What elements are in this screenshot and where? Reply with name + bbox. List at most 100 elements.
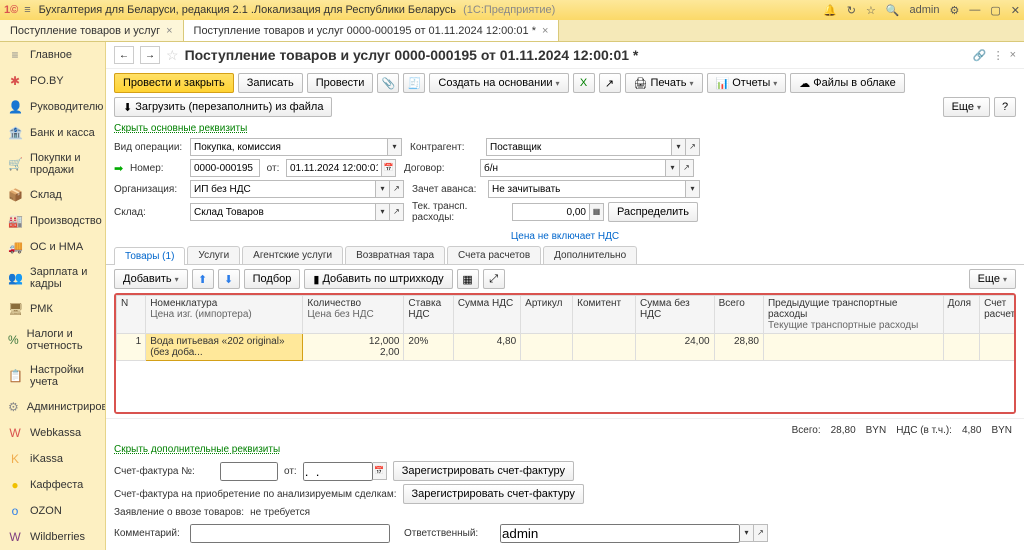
- expand-icon[interactable]: ⤢: [483, 269, 505, 289]
- counterparty-field[interactable]: [486, 138, 672, 156]
- minimize-icon[interactable]: —: [969, 4, 980, 16]
- post-button[interactable]: Провести: [307, 73, 374, 93]
- sf-date-field[interactable]: [303, 462, 373, 481]
- tab-accounts[interactable]: Счета расчетов: [447, 246, 541, 264]
- bell-icon[interactable]: 🔔: [823, 4, 837, 17]
- add-row-button[interactable]: Добавить: [114, 269, 188, 289]
- sidebar-item[interactable]: 🏭Производство: [0, 208, 105, 234]
- open-icon[interactable]: ↗: [754, 524, 768, 542]
- link-icon[interactable]: 🔗: [973, 49, 987, 62]
- dropdown-icon[interactable]: ▾: [686, 180, 700, 198]
- dropdown-icon[interactable]: ▾: [740, 524, 754, 542]
- sidebar-item[interactable]: ✱PO.BY: [0, 68, 105, 94]
- sidebar-item[interactable]: 👥Зарплата и кадры: [0, 260, 105, 296]
- pick-button[interactable]: Подбор: [244, 269, 301, 289]
- dropdown-icon[interactable]: ▾: [672, 138, 686, 156]
- attach-icon[interactable]: 📎: [377, 73, 399, 93]
- sidebar-item[interactable]: ≡Главное: [0, 42, 105, 68]
- tab-services[interactable]: Услуги: [187, 246, 240, 264]
- hide-extra-link[interactable]: Скрыть дополнительные реквизиты: [106, 442, 1024, 457]
- sidebar-item[interactable]: ⚙Администрирование: [0, 394, 105, 420]
- dropdown-icon[interactable]: ▾: [376, 203, 390, 221]
- open-icon[interactable]: ↗: [686, 138, 700, 156]
- tab-goods[interactable]: Товары (1): [114, 247, 185, 265]
- history-icon[interactable]: ↻: [847, 4, 856, 17]
- close-icon[interactable]: ✕: [1011, 4, 1020, 17]
- sidebar-item[interactable]: 📋Настройки учета: [0, 358, 105, 394]
- calc-icon[interactable]: ▦: [590, 203, 604, 221]
- date-field[interactable]: [286, 159, 382, 177]
- maximize-icon[interactable]: ▢: [990, 4, 1000, 17]
- settings-icon[interactable]: ⚙: [950, 4, 960, 17]
- star-icon[interactable]: ☆: [866, 4, 876, 17]
- sidebar-item[interactable]: WWebkassa: [0, 420, 105, 446]
- distribute-button[interactable]: Распределить: [608, 202, 698, 222]
- load-from-file-button[interactable]: ⬇ Загрузить (перезаполнить) из файла: [114, 97, 332, 117]
- table-more-button[interactable]: Еще: [969, 269, 1016, 289]
- burger-icon[interactable]: ≡: [24, 4, 30, 16]
- number-field[interactable]: [190, 159, 260, 177]
- back-button[interactable]: ←: [114, 46, 134, 64]
- create-based-button[interactable]: Создать на основании: [429, 73, 568, 93]
- warehouse-field[interactable]: [190, 203, 376, 221]
- search-icon[interactable]: 🔍: [886, 4, 900, 17]
- sidebar-item[interactable]: 📦Склад: [0, 182, 105, 208]
- save-button[interactable]: Записать: [238, 73, 303, 93]
- dropdown-icon[interactable]: ▾: [376, 180, 390, 198]
- favorite-icon[interactable]: ☆: [166, 47, 179, 64]
- register-invoice2-button[interactable]: Зарегистрировать счет-фактуру: [403, 484, 584, 504]
- open-icon[interactable]: ↗: [390, 180, 404, 198]
- sidebar-item[interactable]: 🏦Банк и касса: [0, 120, 105, 146]
- tab-extra[interactable]: Дополнительно: [543, 246, 637, 264]
- org-field[interactable]: [190, 180, 376, 198]
- add-barcode-button[interactable]: ▮ Добавить по штрихкоду: [304, 269, 452, 289]
- sidebar-item[interactable]: WWildberries: [0, 524, 105, 550]
- sidebar-item[interactable]: ●Каффеста: [0, 472, 105, 498]
- tab-close-icon[interactable]: ×: [166, 25, 172, 37]
- cloud-files-button[interactable]: ☁ Файлы в облаке: [790, 73, 904, 93]
- close-doc-icon[interactable]: ×: [1010, 49, 1016, 61]
- sidebar-item[interactable]: oOZON: [0, 498, 105, 524]
- sidebar-item[interactable]: 🛒Покупки и продажи: [0, 146, 105, 182]
- sf-number-field[interactable]: [220, 462, 278, 481]
- reports-button[interactable]: 📊 Отчеты: [707, 73, 787, 93]
- move-down-button[interactable]: ⬇: [218, 269, 240, 289]
- hide-main-link[interactable]: Скрыть основные реквизиты: [106, 121, 1024, 136]
- goods-grid[interactable]: N НоменклатураЦена изг. (импортера) Коли…: [114, 293, 1016, 414]
- comment-field[interactable]: [190, 524, 390, 543]
- export-icon[interactable]: ↗: [599, 73, 621, 93]
- move-up-button[interactable]: ⬆: [192, 269, 214, 289]
- doc-tab[interactable]: Поступление товаров и услуг×: [0, 20, 184, 41]
- grid-icon[interactable]: ▦: [457, 269, 479, 289]
- dropdown-icon[interactable]: ▾: [666, 159, 680, 177]
- excel-icon[interactable]: X: [573, 73, 595, 93]
- help-button[interactable]: ?: [994, 97, 1016, 117]
- sidebar-item[interactable]: %Налоги и отчетность: [0, 322, 105, 358]
- receipt-icon[interactable]: 🧾: [403, 73, 425, 93]
- table-row[interactable]: 1 Вода питьевая «202 original» (без доба…: [117, 334, 1017, 361]
- forward-button[interactable]: →: [140, 46, 160, 64]
- calendar-icon[interactable]: 📅: [382, 159, 396, 177]
- tab-return[interactable]: Возвратная тара: [345, 246, 445, 264]
- op-type-field[interactable]: [190, 138, 388, 156]
- contract-field[interactable]: [480, 159, 666, 177]
- doc-tab[interactable]: Поступление товаров и услуг 0000-000195 …: [184, 20, 560, 41]
- vat-mode-link[interactable]: Цена не включает НДС: [511, 231, 619, 242]
- transport-field[interactable]: [512, 203, 590, 221]
- advance-field[interactable]: [488, 180, 686, 198]
- responsible-field[interactable]: [500, 524, 740, 543]
- register-invoice-button[interactable]: Зарегистрировать счет-фактуру: [393, 461, 574, 481]
- dropdown-icon[interactable]: ▾: [388, 138, 402, 156]
- sidebar-item[interactable]: 🚚ОС и НМА: [0, 234, 105, 260]
- kebab-icon[interactable]: ⋮: [993, 49, 1004, 62]
- post-and-close-button[interactable]: Провести и закрыть: [114, 73, 234, 93]
- sidebar-item[interactable]: 🖥РМК: [0, 296, 105, 322]
- tab-agent[interactable]: Агентские услуги: [242, 246, 343, 264]
- open-icon[interactable]: ↗: [680, 159, 694, 177]
- more-button[interactable]: Еще: [943, 97, 990, 117]
- calendar-icon[interactable]: 📅: [373, 462, 387, 480]
- tab-close-icon[interactable]: ×: [542, 25, 548, 37]
- open-icon[interactable]: ↗: [390, 203, 404, 221]
- print-button[interactable]: 🖨 Печать: [625, 73, 703, 93]
- sidebar-item[interactable]: 👤Руководителю: [0, 94, 105, 120]
